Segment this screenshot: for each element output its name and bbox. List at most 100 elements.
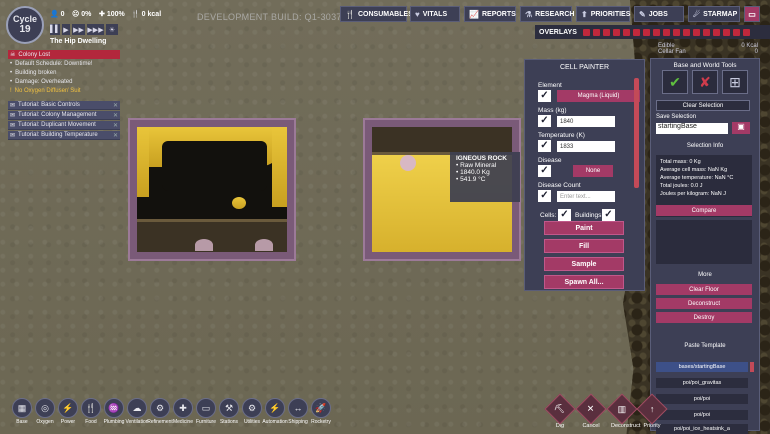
element-select[interactable]: Magma (Liquid) bbox=[557, 90, 640, 102]
fill-button[interactable]: Fill bbox=[544, 239, 624, 253]
build-refinement[interactable]: ⚙ Refinement bbox=[147, 398, 173, 425]
build-shipping[interactable]: ↔ Shipping bbox=[288, 398, 308, 425]
mass-input[interactable]: 1840 bbox=[557, 116, 615, 127]
vitals-button[interactable]: ♥ VITALS bbox=[410, 6, 460, 22]
consumables-button[interactable]: 🍴 CONSUMABLES bbox=[340, 6, 413, 22]
close-icon[interactable]: ✕ bbox=[113, 132, 118, 139]
close-icon[interactable]: ✕ bbox=[113, 122, 118, 129]
ventilation-overlay-icon[interactable] bbox=[642, 28, 650, 36]
mass-checkbox[interactable]: ✓ bbox=[538, 115, 551, 127]
warning-icon: ! bbox=[10, 87, 12, 94]
disease-count-checkbox[interactable]: ✓ bbox=[538, 190, 551, 202]
oxygen-overlay-icon[interactable] bbox=[582, 28, 590, 36]
speed-2-button[interactable]: ▶▶ bbox=[72, 24, 85, 35]
materials-overlay-icon[interactable] bbox=[612, 28, 620, 36]
starmap-button[interactable]: ☄ STARMAP bbox=[688, 6, 740, 22]
template-item[interactable]: poi/poi bbox=[656, 394, 748, 404]
dig-tool[interactable]: ⛏ Dig bbox=[544, 393, 576, 429]
disease-checkbox[interactable]: ✓ bbox=[538, 165, 551, 177]
cancel-tool[interactable]: ✕ Cancel bbox=[575, 393, 607, 429]
spawn-all-button[interactable]: Spawn All... bbox=[544, 275, 624, 289]
tutorial-item[interactable]: ✉ Tutorial: Colony Management ✕ bbox=[8, 111, 120, 120]
jobs-button[interactable]: ✎ JOBS bbox=[634, 6, 684, 22]
plumbing-overlay-icon[interactable] bbox=[632, 28, 640, 36]
disease-select[interactable]: None bbox=[573, 165, 613, 177]
close-icon[interactable]: ✕ bbox=[113, 112, 118, 119]
template-item[interactable]: poi/poi_ice_heatsink_a bbox=[656, 424, 748, 434]
deconstruct-tool[interactable]: ▥ Deconstruct bbox=[606, 393, 640, 429]
build-utilities[interactable]: ⚙ Utilities bbox=[242, 398, 262, 425]
tutorial-item[interactable]: ✉ Tutorial: Basic Controls ✕ bbox=[8, 101, 120, 110]
health-stat[interactable]: ✚ 100% bbox=[99, 10, 125, 18]
cell-painter-scrollbar[interactable] bbox=[634, 78, 639, 188]
build-medicine[interactable]: ✚ Medicine bbox=[173, 398, 193, 425]
clear-selection-button[interactable]: Clear Selection bbox=[656, 100, 750, 111]
conveyor-overlay-icon[interactable] bbox=[712, 28, 720, 36]
germs-overlay-icon[interactable] bbox=[662, 28, 670, 36]
disease-count-input[interactable]: Enter text... bbox=[557, 191, 615, 202]
priority-tool[interactable]: ↑ Priority bbox=[636, 393, 668, 429]
paint-button[interactable]: Paint bbox=[544, 221, 624, 235]
rooms-overlay-icon[interactable] bbox=[682, 28, 690, 36]
build-furniture[interactable]: ▭ Furniture bbox=[196, 398, 216, 425]
add-selection-button[interactable]: ⊞ bbox=[722, 70, 748, 94]
alert-item[interactable]: ! No Oxygen Diffuser/ Suit bbox=[8, 86, 120, 95]
sample-button[interactable]: Sample bbox=[544, 257, 624, 271]
pause-button[interactable]: ▌▌ bbox=[50, 24, 60, 35]
resource-row[interactable]: Cellar Fan 0 bbox=[650, 49, 770, 55]
research-button[interactable]: ⚗ RESEARCH bbox=[520, 6, 574, 22]
element-checkbox[interactable]: ✓ bbox=[538, 90, 551, 102]
build-plumbing[interactable]: ♒ Plumbing bbox=[104, 398, 124, 425]
farming-overlay-icon[interactable] bbox=[672, 28, 680, 36]
build-food[interactable]: 🍴 Food bbox=[81, 398, 101, 425]
deconstruct-button[interactable]: Deconstruct bbox=[656, 298, 752, 309]
stress-stat[interactable]: ☹ 0% bbox=[72, 10, 91, 18]
alert-item[interactable]: • Building broken bbox=[8, 68, 120, 77]
build-power[interactable]: ⚡ Power bbox=[58, 398, 78, 425]
stress-overlay-icon[interactable] bbox=[742, 28, 750, 36]
cycle-counter[interactable]: Cycle 19 bbox=[6, 6, 44, 44]
codex-button[interactable]: ▭ bbox=[744, 6, 760, 22]
build-oxygen[interactable]: ◎ Oxygen bbox=[35, 398, 55, 425]
tutorial-item[interactable]: ✉ Tutorial: Duplicant Movement ✕ bbox=[8, 121, 120, 130]
radiation-overlay-icon[interactable] bbox=[722, 28, 730, 36]
speed-1-button[interactable]: ▶ bbox=[62, 24, 70, 35]
template-item[interactable]: poi/poi_gravitas bbox=[656, 378, 748, 388]
build-rocketry[interactable]: 🚀 Rocketry bbox=[311, 398, 331, 425]
speed-3-button[interactable]: ▶▶▶ bbox=[87, 24, 104, 35]
priority-overlay-icon[interactable] bbox=[732, 28, 740, 36]
close-icon[interactable]: ✕ bbox=[113, 102, 118, 109]
buildings-checkbox[interactable]: ✓ bbox=[602, 209, 615, 221]
dupe-count[interactable]: 👤 0 bbox=[50, 10, 65, 18]
light-overlay-icon[interactable] bbox=[622, 28, 630, 36]
template-scrollbar[interactable] bbox=[750, 362, 754, 372]
priorities-button[interactable]: ⬆ PRIORITIES bbox=[576, 6, 630, 22]
template-item[interactable]: bases/startingBase bbox=[656, 362, 748, 372]
template-item[interactable]: poi/poi bbox=[656, 410, 748, 420]
reports-button[interactable]: 📈 REPORTS bbox=[464, 6, 516, 22]
build-stations[interactable]: ⚒ Stations bbox=[219, 398, 239, 425]
tutorial-item[interactable]: ✉ Tutorial: Building Temperature ✕ bbox=[8, 131, 120, 140]
save-name-input[interactable]: startingBase bbox=[656, 123, 728, 134]
select-tool-button[interactable]: ✔ bbox=[662, 70, 688, 94]
exosuit-overlay-icon[interactable] bbox=[692, 28, 700, 36]
calories-stat[interactable]: 🍴 0 kcal bbox=[131, 10, 161, 18]
alert-item[interactable]: • Damage: Overheated bbox=[8, 77, 120, 86]
automation-overlay-icon[interactable] bbox=[702, 28, 710, 36]
cells-checkbox[interactable]: ✓ bbox=[558, 209, 571, 221]
alert-item[interactable]: • Default Schedule: Downtime! bbox=[8, 59, 120, 68]
deselect-tool-button[interactable]: ✘ bbox=[692, 70, 718, 94]
compare-button[interactable]: Compare bbox=[656, 205, 752, 216]
alert-item[interactable]: ☠ Colony Lost bbox=[8, 50, 120, 59]
temperature-checkbox[interactable]: ✓ bbox=[538, 140, 551, 152]
decor-overlay-icon[interactable] bbox=[652, 28, 660, 36]
save-button[interactable]: ▣ bbox=[732, 122, 750, 134]
build-base[interactable]: ▦ Base bbox=[12, 398, 32, 425]
temperature-overlay-icon[interactable] bbox=[602, 28, 610, 36]
build-ventilation[interactable]: ☁ Ventilation bbox=[125, 398, 149, 425]
clear-floor-button[interactable]: Clear Floor bbox=[656, 284, 752, 295]
destroy-button[interactable]: Destroy bbox=[656, 312, 752, 323]
power-overlay-icon[interactable] bbox=[592, 28, 600, 36]
build-automation[interactable]: ⚡ Automation bbox=[262, 398, 288, 425]
temperature-input[interactable]: 1833 bbox=[557, 141, 615, 152]
